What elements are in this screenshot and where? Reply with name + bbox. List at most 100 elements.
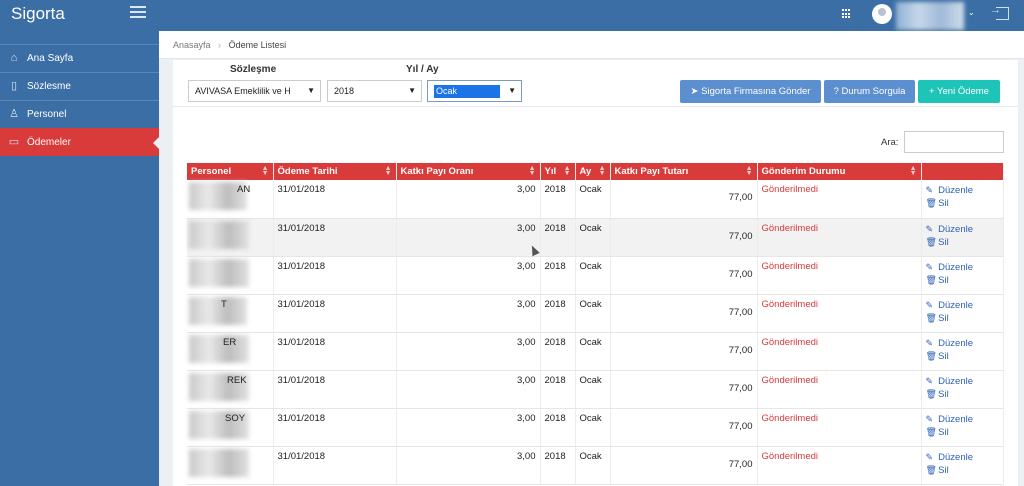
delete-link[interactable]: 🗑 Sil bbox=[926, 197, 999, 210]
contract-select[interactable]: AVIVASA Emeklilik ve H ▼ bbox=[188, 80, 321, 102]
delete-label: Sil bbox=[938, 426, 949, 438]
cell-yil: 2018 bbox=[540, 408, 576, 447]
column-header-ay[interactable]: Ay ▲ ▼ bbox=[575, 163, 611, 180]
edit-label: Düzenle bbox=[938, 337, 973, 349]
edit-icon: ✎ bbox=[925, 451, 934, 462]
cell-actions: ✎ Düzenle 🗑 Sil bbox=[921, 294, 1004, 333]
year-select[interactable]: 2018 ▼ bbox=[327, 80, 422, 102]
sidebar-item-sozlesme[interactable]: ▯ Sözlesme bbox=[0, 72, 159, 100]
new-payment-button[interactable]: + Yeni Ödeme bbox=[918, 80, 1000, 103]
person-name-fragment: T bbox=[221, 298, 227, 310]
status-query-button[interactable]: ? Durum Sorgula bbox=[824, 80, 915, 103]
cell-ay: Ocak bbox=[575, 332, 611, 371]
hamburger-menu-icon[interactable] bbox=[130, 6, 146, 20]
breadcrumb: Anasayfa › Ödeme Listesi bbox=[173, 40, 286, 50]
cell-ay: Ocak bbox=[575, 294, 611, 333]
chevron-down-icon[interactable]: ⌄ bbox=[968, 8, 975, 17]
avatar[interactable] bbox=[872, 4, 892, 24]
column-header-gonderim-durumu[interactable]: Gönderim Durumu ▲ ▼ bbox=[757, 163, 922, 180]
sidebar-item-ana-sayfa[interactable]: ⌂ Ana Sayfa bbox=[0, 44, 159, 72]
trash-icon: 🗑 bbox=[925, 426, 937, 437]
send-to-insurer-label: Sigorta Firmasına Gönder bbox=[701, 86, 811, 97]
edit-icon: ✎ bbox=[925, 413, 934, 424]
column-header-odeme-tarihi[interactable]: Ödeme Tarihi ▲ ▼ bbox=[273, 163, 397, 180]
cell-gonderim-durumu: Gönderilmedi bbox=[757, 294, 922, 333]
cell-personel: ER bbox=[187, 332, 274, 371]
delete-label: Sil bbox=[938, 388, 949, 400]
chevron-down-icon: ▼ bbox=[307, 86, 315, 95]
trash-icon: 🗑 bbox=[925, 312, 937, 323]
edit-icon: ✎ bbox=[925, 299, 934, 310]
sort-icon: ▲ ▼ bbox=[745, 165, 753, 177]
contract-filter-label: Sözleşme bbox=[230, 64, 277, 75]
column-header-personel[interactable]: Personel ▲ ▼ bbox=[187, 163, 274, 180]
delete-link[interactable]: 🗑 Sil bbox=[926, 426, 999, 439]
trash-icon: 🗑 bbox=[925, 236, 937, 247]
edit-link[interactable]: ✎ Düzenle bbox=[926, 413, 999, 426]
cell-katki-payi-orani: 3,00 bbox=[396, 332, 541, 371]
trash-icon: 🗑 bbox=[925, 464, 937, 475]
cell-yil: 2018 bbox=[540, 294, 576, 333]
cell-katki-payi-orani: 3,00 bbox=[396, 256, 541, 295]
search-input[interactable] bbox=[904, 131, 1004, 153]
cell-personel bbox=[187, 218, 274, 257]
apps-grid-icon[interactable] bbox=[842, 9, 852, 19]
cell-katki-payi-tutari: 77,00 bbox=[610, 370, 758, 409]
sidebar-item-label: Ana Sayfa bbox=[27, 53, 74, 64]
cell-odeme-tarihi: 31/01/2018 bbox=[273, 256, 397, 295]
column-header-katki-payi-tutari[interactable]: Katkı Payı Tutarı ▲ ▼ bbox=[610, 163, 758, 180]
delete-link[interactable]: 🗑 Sil bbox=[926, 312, 999, 325]
delete-link[interactable]: 🗑 Sil bbox=[926, 464, 999, 477]
cell-ay: Ocak bbox=[575, 446, 611, 485]
edit-label: Düzenle bbox=[938, 223, 973, 235]
cell-personel bbox=[187, 446, 274, 485]
user-name-redacted[interactable] bbox=[896, 2, 964, 30]
edit-link[interactable]: ✎ Düzenle bbox=[926, 261, 999, 274]
edit-link[interactable]: ✎ Düzenle bbox=[926, 337, 999, 350]
home-icon: ⌂ bbox=[10, 52, 18, 64]
cell-katki-payi-orani: 3,00 bbox=[396, 408, 541, 447]
table-row: ER 31/01/2018 3,00 2018 Ocak 77,00 Gönderilmed… bbox=[187, 332, 1004, 371]
logout-icon[interactable] bbox=[990, 4, 1009, 20]
delete-link[interactable]: 🗑 Sil bbox=[926, 350, 999, 363]
send-icon: ➤ bbox=[690, 86, 702, 97]
divider bbox=[173, 106, 1018, 107]
cell-ay: Ocak bbox=[575, 180, 611, 219]
header-label: Katkı Payı Oranı bbox=[400, 166, 474, 177]
delete-link[interactable]: 🗑 Sil bbox=[926, 388, 999, 401]
cell-yil: 2018 bbox=[540, 256, 576, 295]
column-header-yil[interactable]: Yıl ▲ ▼ bbox=[540, 163, 576, 180]
edit-label: Düzenle bbox=[938, 261, 973, 273]
delete-label: Sil bbox=[938, 350, 949, 362]
table-row: 31/01/2018 3,00 2018 Ocak 77,00 Gönderilmedi ✎… bbox=[187, 256, 1004, 295]
cell-katki-payi-tutari: 77,00 bbox=[610, 408, 758, 447]
column-header-katki-payi-orani[interactable]: Katkı Payı Oranı ▲ ▼ bbox=[396, 163, 541, 180]
header-label: Katkı Payı Tutarı bbox=[614, 166, 689, 177]
month-select[interactable]: Ocak ▼ bbox=[427, 80, 522, 102]
edit-link[interactable]: ✎ Düzenle bbox=[926, 299, 999, 312]
sidebar-item-personel[interactable]: ♙ Personel bbox=[0, 100, 159, 128]
table-row: 31/01/2018 3,00 2018 Ocak 77,00 Gönderilmedi ✎… bbox=[187, 446, 1004, 485]
contract-select-value: AVIVASA Emeklilik ve H bbox=[195, 86, 291, 96]
edit-link[interactable]: ✎ Düzenle bbox=[926, 223, 999, 236]
send-to-insurer-button[interactable]: ➤ Sigorta Firmasına Gönder bbox=[680, 80, 821, 103]
column-header-actions bbox=[921, 163, 1004, 180]
person-name-redacted bbox=[189, 258, 249, 287]
cell-odeme-tarihi: 31/01/2018 bbox=[273, 332, 397, 371]
delete-label: Sil bbox=[938, 236, 949, 248]
header-label: Personel bbox=[191, 166, 232, 177]
edit-link[interactable]: ✎ Düzenle bbox=[926, 375, 999, 388]
cell-actions: ✎ Düzenle 🗑 Sil bbox=[921, 408, 1004, 447]
edit-icon: ✎ bbox=[925, 375, 934, 386]
delete-link[interactable]: 🗑 Sil bbox=[926, 236, 999, 249]
edit-link[interactable]: ✎ Düzenle bbox=[926, 184, 999, 197]
top-navbar: Sigorta ⌄ bbox=[0, 0, 1024, 31]
edit-icon: ✎ bbox=[925, 261, 934, 272]
delete-link[interactable]: 🗑 Sil bbox=[926, 274, 999, 287]
edit-link[interactable]: ✎ Düzenle bbox=[926, 451, 999, 464]
breadcrumb-home[interactable]: Anasayfa bbox=[173, 40, 211, 50]
edit-icon: ✎ bbox=[925, 185, 934, 195]
sidebar-item-odemeler[interactable]: ▭ Ödemeler bbox=[0, 128, 159, 156]
sidebar-item-label: Personel bbox=[27, 109, 67, 120]
cell-yil: 2018 bbox=[540, 446, 576, 485]
